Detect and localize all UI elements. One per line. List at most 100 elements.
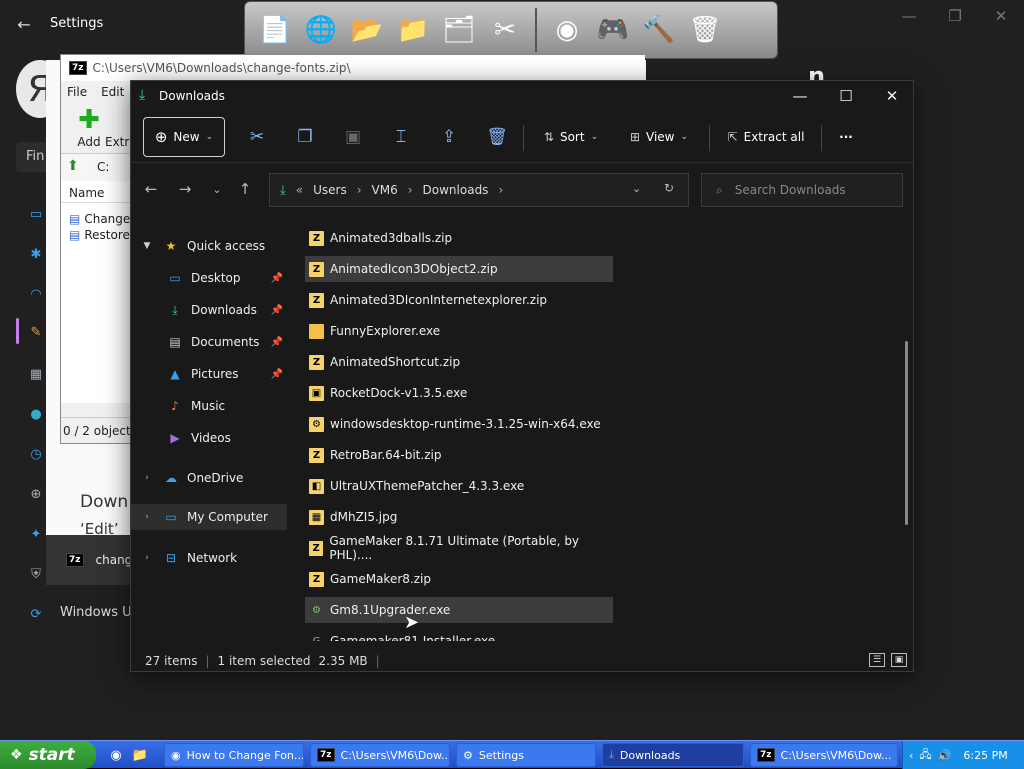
breadcrumb-vm6[interactable]: VM6 [372,183,398,197]
nav-documents[interactable]: ▤ Documents 📌 [131,329,287,355]
nav-pictures[interactable]: ▲ Pictures 📌 [131,361,287,387]
nav-videos[interactable]: ▶ Videos [131,425,287,451]
gaming-icon[interactable]: ⊕ [26,484,46,504]
refresh-icon[interactable]: ↻ [664,181,674,195]
up-arrow-icon[interactable]: ↑ [233,177,257,201]
address-dropdown-icon[interactable]: ⌄ [632,182,641,195]
personalization-icon[interactable]: ✎ [26,322,46,342]
folder-music-icon[interactable]: 📁 [393,8,433,52]
chrome-icon[interactable]: ◉ [106,745,126,765]
chrome-icon[interactable]: ◉ [547,8,587,52]
back-arrow-icon[interactable]: ← [14,14,34,34]
file-item[interactable]: Z GameMaker8.zip [305,566,613,592]
bluetooth-icon[interactable]: ✱ [26,244,46,264]
pin-icon[interactable]: 📌 [271,337,283,348]
menu-edit[interactable]: Edit [101,85,124,99]
task-settings[interactable]: ⚙ Settings [456,743,596,767]
task-7zip-1[interactable]: 7z C:\Users\VM6\Dow... [310,743,450,767]
vertical-scrollbar[interactable] [905,341,908,525]
volume-icon[interactable]: 🔊 [938,749,952,762]
sort-button[interactable]: ⇅ Sort ⌄ [535,120,607,154]
more-options-button[interactable]: ··· [831,120,861,154]
details-view-icon[interactable]: ☰ [869,653,885,667]
nav-network[interactable]: › ⊟ Network [131,545,287,571]
recycle-bin-icon[interactable]: 🗑 [685,8,725,52]
file-item[interactable]: ⚙ windowsdesktop-runtime-3.1.25-win-x64.e… [305,411,613,437]
nav-desktop[interactable]: ▭ Desktop 📌 [131,265,287,291]
start-button[interactable]: ❖ start [0,741,96,769]
restore-icon[interactable]: ❐ [940,6,970,26]
hammer-icon[interactable]: 🔨 [639,8,679,52]
minimize-icon[interactable]: — [894,6,924,26]
minimize-icon[interactable]: — [777,81,823,111]
file-item[interactable]: ▦ dMhZI5.jpg [305,504,613,530]
cut-icon[interactable]: ✂ [241,120,273,154]
chevron-right-icon[interactable]: › [498,183,503,197]
file-item[interactable]: Z GameMaker 8.1.71 Ultimate (Portable, by… [305,534,613,562]
new-button[interactable]: ⊕ New ⌄ [143,117,225,157]
accounts-icon[interactable]: ● [26,404,46,424]
clock[interactable]: 6:25 PM [963,749,1007,762]
chevron-right-icon[interactable]: › [357,183,362,197]
menu-file[interactable]: File [67,85,87,99]
chevron-left-icon[interactable]: ‹ [909,749,913,762]
folder-documents-icon[interactable]: 📂 [347,8,387,52]
add-button[interactable]: ✚ Add [69,105,109,149]
nav-downloads[interactable]: ⤓ Downloads 📌 [131,297,287,323]
network-icon[interactable]: ◠ [26,284,46,304]
file-item[interactable]: Z AnimatedIcon3DObject2.zip [305,256,613,282]
view-button[interactable]: ⊞ View ⌄ [623,120,695,154]
pin-icon[interactable]: 📌 [271,369,283,380]
copy-icon[interactable]: ❐ [289,120,321,154]
extract-all-button[interactable]: ⇱ Extract all [721,120,811,154]
file-item[interactable]: Z AnimatedShortcut.zip [305,349,613,375]
nav-quick-access[interactable]: ▼ ★ Quick access [131,233,287,259]
nav-onedrive[interactable]: › ☁ OneDrive [131,465,287,491]
pin-icon[interactable]: 📌 [271,273,283,284]
system-icon[interactable]: ▭ [26,204,46,224]
file-item[interactable]: G Gamemaker81 Installer.exe [305,628,613,641]
task-7zip-2[interactable]: 7z C:\Users\VM6\Dow... [750,743,898,767]
paste-icon[interactable]: ▣ [337,120,369,154]
file-item[interactable]: ▣ RocketDock-v1.3.5.exe [305,380,613,406]
gamepad-icon[interactable]: 🎮 [593,8,633,52]
breadcrumb-users[interactable]: Users [313,183,347,197]
privacy-icon[interactable]: ⛨ [26,564,46,584]
close-icon[interactable]: ✕ [986,6,1016,26]
delete-icon[interactable]: 🗑 [481,120,513,154]
close-icon[interactable]: ✕ [869,81,915,111]
back-arrow-icon[interactable]: ← [139,177,163,201]
folder-icon[interactable]: 📁 [130,745,150,765]
task-chrome[interactable]: ◉ How to Change Fon... [164,743,304,767]
recent-chevron-icon[interactable]: ⌄ [205,177,229,201]
nav-mycomputer[interactable]: › ▭ My Computer [131,504,287,530]
file-item[interactable]: FunnyExplorer.exe [305,318,613,344]
tiles-view-icon[interactable]: ▣ [891,653,907,667]
file-item[interactable]: Z Animated3dballs.zip [305,225,613,251]
search-input[interactable]: ⌕ Search Downloads [701,173,903,207]
pin-icon[interactable]: 📌 [271,305,283,316]
file-item[interactable]: Z RetroBar.64-bit.zip [305,442,613,468]
share-icon[interactable]: ⇪ [433,120,465,154]
maximize-icon[interactable]: ☐ [823,81,869,111]
document-icon[interactable]: 📄 [255,8,295,52]
rename-icon[interactable]: ⌶ [385,120,417,154]
breadcrumb-downloads[interactable]: Downloads [423,183,489,197]
chevron-right-icon[interactable]: › [408,183,413,197]
globe-icon[interactable]: 🌐 [301,8,341,52]
task-downloads[interactable]: ⤓ Downloads [602,743,744,767]
address-bar[interactable]: ⤓ « Users › VM6 › Downloads › ⌄ ↻ [269,173,689,207]
network-tray-icon[interactable]: 🖧 [919,746,931,765]
folder-pictures-icon[interactable]: 🗂 [439,8,479,52]
update-icon[interactable]: ⟳ [26,604,46,624]
time-icon[interactable]: ◷ [26,444,46,464]
nav-music[interactable]: ♪ Music [131,393,287,419]
accessibility-icon[interactable]: ✦ [26,524,46,544]
apps-icon[interactable]: ▦ [26,364,46,384]
file-item[interactable]: ◧ UltraUXThemePatcher_4.3.3.exe [305,473,613,499]
tools-icon[interactable]: ✂ [485,8,525,52]
file-item[interactable]: ⚙ Gm8.1Upgrader.exe [305,597,613,623]
overflow-chevron-icon[interactable]: « [296,183,303,197]
forward-arrow-icon[interactable]: → [173,177,197,201]
windows-update-label[interactable]: Windows U [60,605,132,620]
